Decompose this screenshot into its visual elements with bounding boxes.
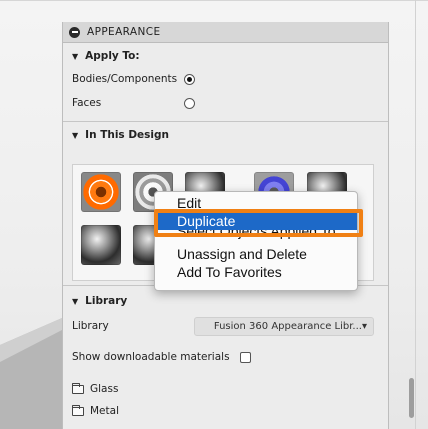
- menu-item-label: Add To Favorites: [177, 263, 282, 280]
- library-label: Library: [72, 320, 109, 332]
- folder-label: Glass: [90, 383, 119, 395]
- folder-metal[interactable]: Metal: [63, 400, 388, 422]
- folder-icon: [72, 382, 84, 394]
- library-heading: Library: [85, 295, 128, 307]
- apply-to-header[interactable]: ▼ Apply To:: [63, 45, 388, 67]
- triangle-down-icon[interactable]: ▼: [72, 52, 78, 61]
- menu-item-label: Unassign and Delete: [177, 246, 307, 262]
- library-select-value: Fusion 360 Appearance Libr...▾: [213, 320, 367, 332]
- in-this-design-heading: In This Design: [85, 129, 170, 141]
- show-downloadable-row[interactable]: Show downloadable materials: [63, 340, 388, 374]
- library-section: ▼ Library Library Fusion 360 Appearance …: [63, 285, 388, 422]
- library-header[interactable]: ▼ Library: [63, 290, 388, 312]
- panel-title: APPEARANCE: [87, 26, 161, 38]
- folder-icon: [72, 404, 84, 416]
- orange-ring-swatch[interactable]: [81, 172, 121, 212]
- library-select[interactable]: Fusion 360 Appearance Libr...▾: [194, 316, 374, 336]
- duplicate-callout-highlight: [154, 209, 363, 237]
- show-downloadable-checkbox[interactable]: [239, 351, 251, 363]
- minus-circle-icon[interactable]: [69, 26, 80, 38]
- apply-option-label: Faces: [72, 97, 102, 109]
- section-divider: [63, 121, 388, 122]
- apply-option-label: Bodies/Components: [72, 73, 178, 85]
- in-this-design-header[interactable]: ▼ In This Design: [63, 124, 388, 146]
- frame-right-line: [415, 0, 416, 429]
- bodies-radio[interactable]: [184, 73, 195, 85]
- faces-radio[interactable]: [184, 97, 195, 109]
- apply-option-faces[interactable]: Faces: [63, 91, 388, 115]
- folder-glass[interactable]: Glass: [63, 378, 388, 400]
- apply-to-heading: Apply To:: [85, 50, 140, 62]
- panel-header[interactable]: APPEARANCE: [63, 22, 388, 43]
- menu-item-add-favorites[interactable]: Add To Favorites: [155, 264, 357, 282]
- show-downloadable-label: Show downloadable materials: [72, 351, 230, 363]
- folder-label: Metal: [90, 405, 119, 417]
- library-scrollbar[interactable]: [409, 378, 414, 418]
- library-row: Library Fusion 360 Appearance Libr...▾: [63, 312, 388, 340]
- triangle-down-icon[interactable]: ▼: [72, 297, 78, 306]
- menu-item-unassign-delete[interactable]: Unassign and Delete: [155, 246, 357, 264]
- frame-top-line: [0, 0, 428, 1]
- triangle-down-icon[interactable]: ▼: [72, 131, 78, 140]
- context-menu: Edit Duplicate Select Objects Applied To…: [154, 191, 358, 291]
- metal-sphere-swatch[interactable]: [81, 225, 121, 265]
- apply-option-bodies[interactable]: Bodies/Components: [63, 67, 388, 91]
